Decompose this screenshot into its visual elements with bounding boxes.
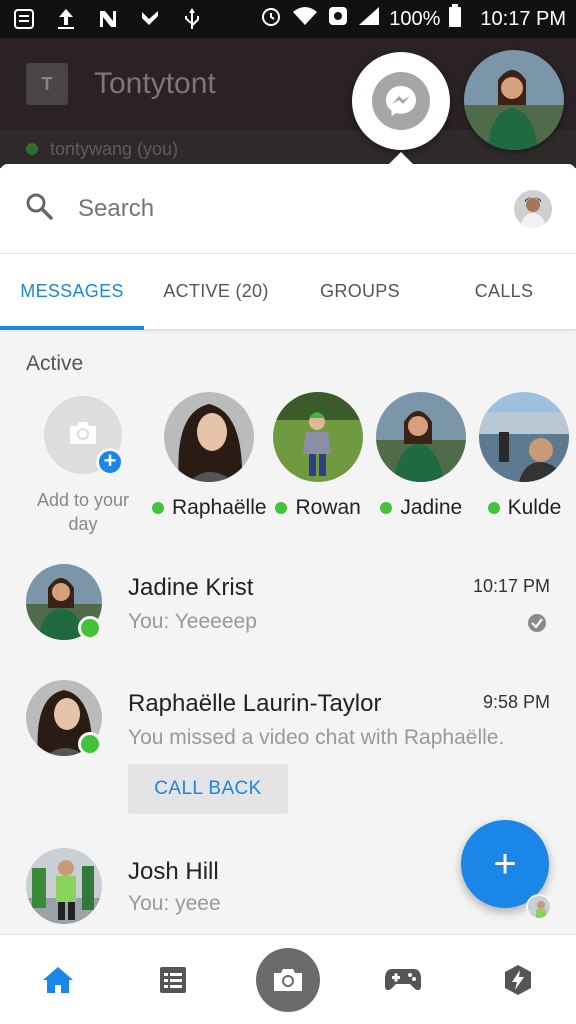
avatar [26, 848, 102, 924]
active-people-row: + Add to your day Raphaëlle Rowan Jadine [0, 376, 576, 536]
add-story-button[interactable]: + [44, 396, 124, 476]
profile-avatar[interactable] [514, 189, 552, 228]
person-name: Kulde [507, 496, 562, 519]
person-name: Jadine [400, 496, 463, 519]
clock: 10:17 PM [480, 7, 566, 30]
conversation-snippet: You: Yeeeeep [128, 610, 257, 633]
add-plus-icon: + [96, 448, 124, 476]
seen-check-icon [528, 614, 546, 632]
active-person[interactable]: Rowan [267, 388, 370, 536]
conversation-snippet: You missed a video chat with Raphaëlle. [128, 726, 505, 749]
conversation-snippet: You: yeee [128, 892, 221, 915]
online-dot [152, 502, 164, 514]
n-app-icon [94, 7, 122, 31]
search-icon[interactable] [24, 191, 54, 226]
active-person[interactable]: Jadine [370, 388, 473, 536]
conversation-time: 10:17 PM [472, 576, 550, 596]
search-bar [0, 164, 576, 254]
conversation-time: 9:58 PM [482, 692, 550, 712]
avatar [479, 392, 570, 482]
active-person-name: Kulde [487, 496, 562, 520]
online-dot [380, 502, 393, 514]
battery-icon [448, 4, 462, 34]
messenger-icon [372, 72, 430, 130]
tab-groups[interactable]: GROUPS [288, 254, 432, 329]
add-story-item[interactable]: + Add to your day [24, 388, 142, 536]
conversation-row[interactable]: Raphaëlle Laurin-Taylor 9:58 PM You miss… [0, 676, 576, 826]
person-name: Raphaëlle [172, 496, 267, 519]
data-saver-icon [327, 5, 349, 33]
tab-calls[interactable]: CALLS [432, 254, 576, 329]
list-icon[interactable] [141, 948, 205, 1012]
status-bar: 100% 10:17 PM [0, 0, 576, 38]
discover-icon[interactable] [486, 948, 550, 1012]
messenger-chathead[interactable] [352, 52, 450, 150]
notification-list-icon [10, 7, 38, 31]
tab-bar: MESSAGES ACTIVE (20) GROUPS CALLS [0, 254, 576, 330]
avatar [164, 392, 255, 482]
camera-icon [255, 947, 320, 1012]
upload-icon [52, 7, 80, 31]
avatar [376, 392, 467, 482]
online-indicator [78, 616, 102, 640]
plus-icon: + [493, 841, 517, 886]
online-dot [275, 502, 288, 514]
camera-icon [67, 419, 99, 452]
conversation-name: Jadine Krist [128, 574, 254, 601]
person-name: Rowan [295, 496, 361, 519]
active-person[interactable]: Raphaëlle [152, 388, 267, 536]
usb-icon [178, 7, 206, 31]
add-story-label: Add to your day [36, 490, 130, 534]
call-back-button[interactable]: CALL BACK [128, 764, 288, 814]
active-person-name: Rowan [275, 496, 361, 520]
online-indicator [78, 732, 102, 756]
chathead-avatar[interactable] [464, 50, 564, 150]
panel-pointer [389, 152, 413, 164]
search-input[interactable] [78, 194, 514, 223]
tab-messages[interactable]: MESSAGES [0, 254, 144, 330]
home-icon[interactable] [26, 948, 90, 1012]
signal-icon [357, 5, 381, 33]
bottom-nav [0, 934, 576, 1024]
active-person-name: Raphaëlle [152, 496, 267, 520]
active-person[interactable]: Kulde [473, 388, 576, 536]
conversation-name: Raphaëlle Laurin-Taylor [128, 690, 382, 717]
conversation-row[interactable]: Jadine Krist 10:17 PM You: Yeeeeep [0, 560, 576, 670]
online-dot [487, 502, 500, 514]
background-app-title: Tontytont [94, 67, 216, 100]
online-dot [26, 143, 38, 155]
games-icon[interactable] [371, 948, 435, 1012]
avatar [273, 392, 364, 482]
check-app-icon [136, 7, 164, 31]
background-app-logo: T [26, 63, 68, 105]
seen-avatar [526, 894, 552, 920]
active-section-title: Active [26, 352, 84, 375]
active-person-name: Jadine [380, 496, 462, 520]
conversation-name: Josh Hill [128, 858, 219, 885]
alarm-icon [259, 4, 283, 34]
camera-button[interactable] [255, 947, 320, 1012]
battery-percent: 100% [389, 7, 441, 30]
background-app-user: tontywang (you) [50, 138, 179, 159]
wifi-icon [291, 5, 319, 33]
tab-active[interactable]: ACTIVE (20) [144, 254, 288, 329]
